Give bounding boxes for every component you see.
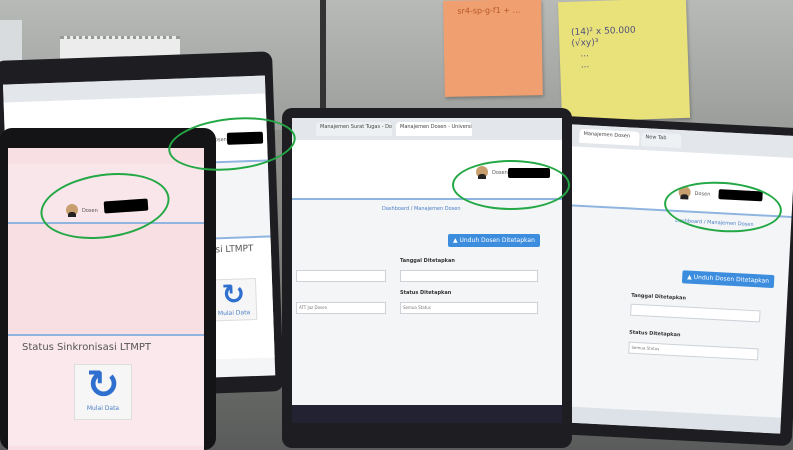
status-label: Status Ditetapkan <box>400 290 452 296</box>
sync-button[interactable]: ↻ Mulai Data <box>74 364 132 420</box>
status-sync-title: Status Sinkronisasi LTMPT <box>22 342 151 353</box>
tanggal-left-input[interactable] <box>296 270 386 282</box>
browser-tab[interactable]: Manajemen Dosen <box>579 128 640 146</box>
browser-tab[interactable]: New Tab <box>641 132 682 149</box>
status-label: Status Ditetapkan <box>629 329 681 339</box>
sync-icon: ↻ <box>221 277 246 312</box>
tanggal-input[interactable] <box>630 303 761 323</box>
download-dosen-label: Unduh Dosen Ditetapkan <box>693 273 770 285</box>
status-select[interactable]: Semua Status <box>400 302 538 314</box>
laptop-right: Manajemen Dosen New Tab Dosen Dashboard … <box>543 115 793 447</box>
laptop-right-screen: Manajemen Dosen New Tab Dosen Dashboard … <box>554 124 793 434</box>
taskbar <box>554 405 781 434</box>
highlight-ellipse-center <box>452 160 570 210</box>
taskbar <box>292 405 562 423</box>
laptop-center: Manajemen Surat Tugas - Dosen Manajemen … <box>282 108 572 448</box>
sync-button[interactable]: ↻ Mulai Data <box>209 277 258 322</box>
sync-button-label: Mulai Data <box>217 309 251 318</box>
tanggal-label: Tanggal Ditetapkan <box>400 258 455 264</box>
jaz-select[interactable]: ATT Jaz Dosen <box>296 302 386 314</box>
download-dosen-button[interactable]: ▲ Unduh Dosen Ditetapkan <box>681 270 775 289</box>
status-select[interactable]: Semua Status <box>628 341 759 361</box>
breadcrumb[interactable]: Dashboard / Manajemen Dosen <box>382 206 461 212</box>
browser-toolbar: Manajemen Surat Tugas - Dosen Manajemen … <box>292 118 562 140</box>
download-dosen-label: Unduh Dosen Ditetapkan <box>459 237 535 244</box>
cable <box>320 0 326 110</box>
photo-scene: sr4-sp-g-f1 + ... (14)² x 50.000 (√xy)³ … <box>0 0 793 450</box>
browser-tab[interactable]: Manajemen Dosen - Universitas <box>396 122 472 136</box>
sticky-note-orange: sr4-sp-g-f1 + ... <box>443 0 543 97</box>
tanggal-label: Tanggal Ditetapkan <box>631 292 687 302</box>
tanggal-input[interactable] <box>400 270 538 282</box>
status-sync-card: Status Sinkronisasi LTMPT ↻ Mulai Data <box>8 334 204 446</box>
sync-icon: ↻ <box>86 362 120 408</box>
sync-button-label: Mulai Data <box>86 405 120 412</box>
browser-tab[interactable]: Manajemen Surat Tugas - Dosen <box>316 122 392 136</box>
sticky-note-orange-text: sr4-sp-g-f1 + ... <box>457 5 521 16</box>
sticky-note-yellow-text: (14)² x 50.000 (√xy)³ ... ... <box>570 25 636 71</box>
sticky-note-yellow: (14)² x 50.000 (√xy)³ ... ... <box>557 0 691 123</box>
download-dosen-button[interactable]: ▲ Unduh Dosen Ditetapkan <box>448 234 540 247</box>
